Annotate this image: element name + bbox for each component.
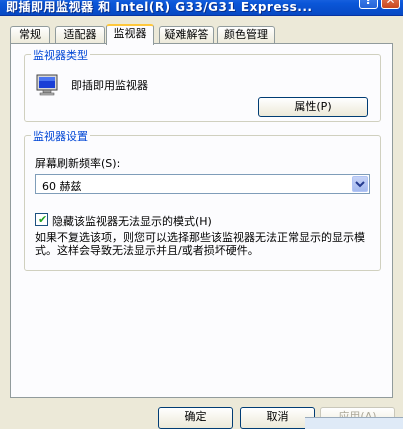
tab-general[interactable]: 常规	[10, 26, 50, 44]
tab-adapter[interactable]: 适配器	[55, 26, 105, 44]
refresh-rate-label: 屏幕刷新频率(S):	[35, 157, 121, 170]
monitor-name: 即插即用监视器	[71, 79, 148, 92]
hide-modes-checkbox[interactable]: ✔	[35, 213, 48, 226]
monitor-settings-group: 监视器设置 屏幕刷新频率(S): 60 赫兹 ✔ 隐藏该监视器无法显示的模式(H…	[24, 128, 381, 271]
close-button[interactable]: ✕	[381, 0, 400, 9]
checkmark-icon: ✔	[38, 213, 48, 226]
refresh-rate-value: 60 赫兹	[42, 180, 82, 193]
help-button[interactable]: ?	[359, 0, 378, 9]
monitor-type-group: 监视器类型 即插即用监视器 属性(P)	[24, 47, 381, 122]
monitor-type-title: 监视器类型	[31, 47, 90, 63]
overlapping-window-edge	[305, 417, 403, 429]
warning-description: 如果不复选该项，则您可以选择那些该监视器无法正常显示的显示模式。这样会导致无法显…	[35, 231, 365, 257]
properties-button[interactable]: 属性(P)	[258, 97, 368, 117]
display-properties-window: 即插即用监视器 和 Intel(R) G33/G31 Express... ? …	[0, 0, 403, 429]
tab-color-management[interactable]: 颜色管理	[217, 26, 275, 44]
tab-troubleshoot[interactable]: 疑难解答	[159, 26, 214, 44]
tab-panel: 监视器类型 即插即用监视器 属性(P) 监视器设置 屏幕刷新频率(S): 60 …	[10, 43, 393, 398]
title-bar: 即插即用监视器 和 Intel(R) G33/G31 Express... ? …	[0, 0, 403, 16]
tab-monitor[interactable]: 监视器	[106, 24, 154, 45]
window-title: 即插即用监视器 和 Intel(R) G33/G31 Express...	[6, 0, 313, 14]
refresh-rate-select[interactable]: 60 赫兹	[35, 174, 370, 194]
chevron-down-icon[interactable]	[352, 176, 368, 192]
hide-modes-label: 隐藏该监视器无法显示的模式(H)	[52, 215, 212, 228]
monitor-settings-title: 监视器设置	[31, 128, 90, 144]
monitor-icon	[36, 74, 58, 96]
